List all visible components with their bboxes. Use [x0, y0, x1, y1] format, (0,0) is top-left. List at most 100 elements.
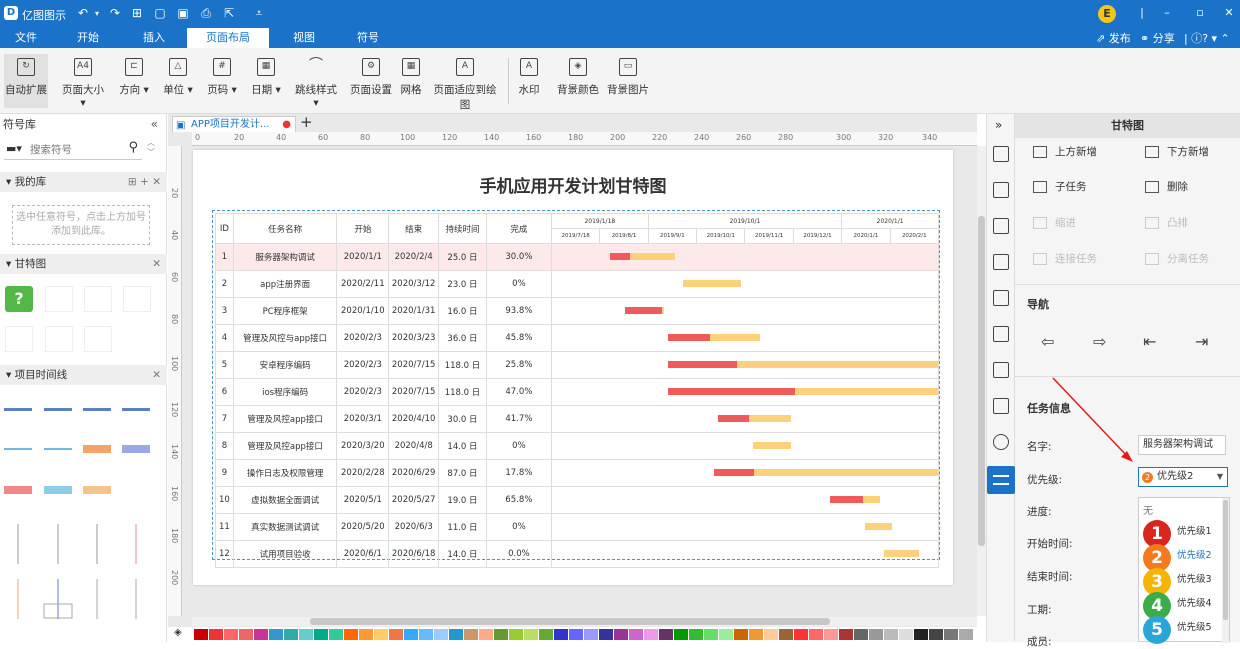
color-swatch[interactable] [764, 629, 778, 640]
table-row[interactable]: 10 虚拟数据全面调试 2020/5/1 2020/5/27 19.0 日 65.8% [215, 486, 940, 514]
share-button[interactable]: ⚭ 分享 [1140, 30, 1175, 46]
search-input[interactable] [30, 142, 120, 158]
task-bar[interactable] [883, 550, 919, 557]
color-swatch[interactable] [539, 629, 553, 640]
print-icon[interactable]: ⎙ [199, 6, 213, 21]
date-button[interactable]: ▦ 日期 ▾ [250, 54, 282, 108]
dropdown-scrollbar[interactable] [1222, 498, 1229, 643]
drawing-page[interactable]: 手机应用开发计划甘特图 ID 任务名称 开始 结束 持续时间 完成 2019/1/18 201… [193, 150, 953, 585]
scroll-thumb[interactable] [978, 216, 985, 546]
customize-icon[interactable]: ⩡ [252, 6, 266, 21]
nav-prev-icon[interactable]: ⇦ [1041, 332, 1054, 351]
color-swatch[interactable] [704, 629, 718, 640]
color-swatch[interactable] [794, 629, 808, 640]
tab-insert[interactable]: 插入 [136, 28, 172, 48]
gantt-panel-icon[interactable] [987, 466, 1015, 494]
user-avatar[interactable]: E [1098, 5, 1116, 23]
page-icon[interactable] [993, 290, 1009, 306]
priority-option[interactable]: 2 优先级2 [1143, 544, 1212, 572]
history-icon[interactable] [993, 434, 1009, 450]
collapse-panel-icon[interactable]: « [151, 117, 158, 131]
spin-icon[interactable]: ︿ ﹀ [147, 138, 155, 158]
color-swatch[interactable] [569, 629, 583, 640]
color-swatch[interactable] [404, 629, 418, 640]
color-swatch[interactable] [914, 629, 928, 640]
gantt-symbol[interactable] [45, 326, 73, 352]
auto-expand-button[interactable]: ↻ 自动扩展 [4, 54, 48, 108]
close-section-icon[interactable]: ✕ [152, 365, 161, 385]
vertical-scrollbar[interactable] [977, 146, 986, 616]
color-swatch[interactable] [869, 629, 883, 640]
open-icon[interactable]: ▢ [153, 6, 167, 20]
section-timeline[interactable]: ▾ 项目时间线 ✕ [0, 365, 167, 385]
color-swatch[interactable] [524, 629, 538, 640]
export-icon[interactable]: ⇱ [222, 6, 236, 20]
grid-layout-icon[interactable] [993, 182, 1009, 198]
gantt-symbol[interactable] [5, 326, 33, 352]
background-color-button[interactable]: ◈ 背景颜色 [556, 54, 600, 108]
color-swatch[interactable] [389, 629, 403, 640]
link-tasks-button[interactable]: 连接任务 [1033, 249, 1097, 269]
color-swatch[interactable] [224, 629, 238, 640]
task-bar[interactable] [864, 523, 892, 530]
my-library-actions-icon[interactable]: ⊞ + ✕ [128, 172, 161, 192]
grid-button[interactable]: ▦ 网格 [398, 54, 424, 108]
unit-button[interactable]: △ 单位 ▾ [162, 54, 194, 108]
page-size-button[interactable]: A4 页面大小 ▾ [60, 54, 106, 109]
jump-line-style-button[interactable]: ⌒ 跳线样式 ▾ [292, 54, 340, 110]
redo-icon[interactable]: ↷ [108, 6, 122, 20]
section-my-library[interactable]: ▾ 我的库 ⊞ + ✕ [0, 172, 167, 192]
table-row[interactable]: 1 服务器架构调试 2020/1/1 2020/2/4 25.0 日 30.0% [215, 243, 940, 271]
table-row[interactable]: 8 管理及风控app接口 2020/3/20 2020/4/8 14.0 日 0% [215, 432, 940, 460]
tab-view[interactable]: 视图 [286, 28, 322, 48]
orientation-button[interactable]: ⊏ 方向 ▾ [118, 54, 150, 108]
scroll-thumb[interactable] [1223, 500, 1228, 620]
gantt-symbol[interactable] [84, 286, 112, 312]
color-swatch[interactable] [554, 629, 568, 640]
table-row[interactable]: 3 PC程序框架 2020/1/10 2020/1/31 16.0 日 93.8% [215, 297, 940, 325]
publish-button[interactable]: ⇗ 发布 [1096, 30, 1131, 46]
new-icon[interactable]: ⊞ [130, 6, 144, 20]
library-menu-icon[interactable]: ▬▾ [6, 142, 22, 155]
tab-home[interactable]: 开始 [70, 28, 106, 48]
fill-icon[interactable] [993, 146, 1009, 162]
table-row[interactable]: 9 操作日志及权限管理 2020/2/28 2020/6/29 87.0 日 17.8% [215, 459, 940, 487]
subtask-button[interactable]: 子任务 [1033, 177, 1087, 197]
table-row[interactable]: 2 app注册界面 2020/2/11 2020/3/12 23.0 日 0% [215, 270, 940, 298]
color-swatch[interactable] [824, 629, 838, 640]
expand-panel-icon[interactable]: » [995, 118, 1002, 132]
fill-bucket-icon[interactable]: ◈ [174, 627, 182, 638]
restore-icon[interactable]: ▫ [1193, 6, 1207, 19]
minimize-icon[interactable]: – [1160, 6, 1174, 19]
tab-symbols[interactable]: 符号 [350, 28, 386, 48]
priority-option[interactable]: 4 优先级4 [1143, 592, 1212, 620]
priority-option[interactable]: 1 优先级1 [1143, 520, 1212, 548]
tab-file[interactable]: 文件 [8, 28, 44, 48]
color-swatch[interactable] [464, 629, 478, 640]
color-swatch[interactable] [674, 629, 688, 640]
color-swatch[interactable] [899, 629, 913, 640]
color-swatch[interactable] [779, 629, 793, 640]
color-swatch[interactable] [599, 629, 613, 640]
shrink-icon[interactable] [993, 362, 1009, 378]
nav-first-icon[interactable]: ⇤ [1143, 332, 1156, 351]
color-swatch[interactable] [494, 629, 508, 640]
gantt-symbol[interactable] [45, 286, 73, 312]
image-icon[interactable] [993, 218, 1009, 234]
color-swatch[interactable] [284, 629, 298, 640]
color-swatch[interactable] [239, 629, 253, 640]
color-swatch[interactable] [329, 629, 343, 640]
table-row[interactable]: 6 ios程序编码 2020/2/3 2020/7/15 118.0 日 47.0% [215, 378, 940, 406]
color-swatch[interactable] [374, 629, 388, 640]
color-swatch[interactable] [689, 629, 703, 640]
task-name-field[interactable]: 服务器架构调试 [1138, 435, 1226, 455]
scroll-thumb[interactable] [310, 618, 830, 625]
color-swatch[interactable] [614, 629, 628, 640]
color-swatch[interactable] [359, 629, 373, 640]
undo-icon[interactable]: ↶ [76, 6, 90, 20]
unlink-tasks-button[interactable]: 分离任务 [1145, 249, 1209, 269]
priority-option-none[interactable]: 无 [1143, 502, 1153, 517]
color-swatch[interactable] [644, 629, 658, 640]
color-swatch[interactable] [734, 629, 748, 640]
color-swatch[interactable] [884, 629, 898, 640]
